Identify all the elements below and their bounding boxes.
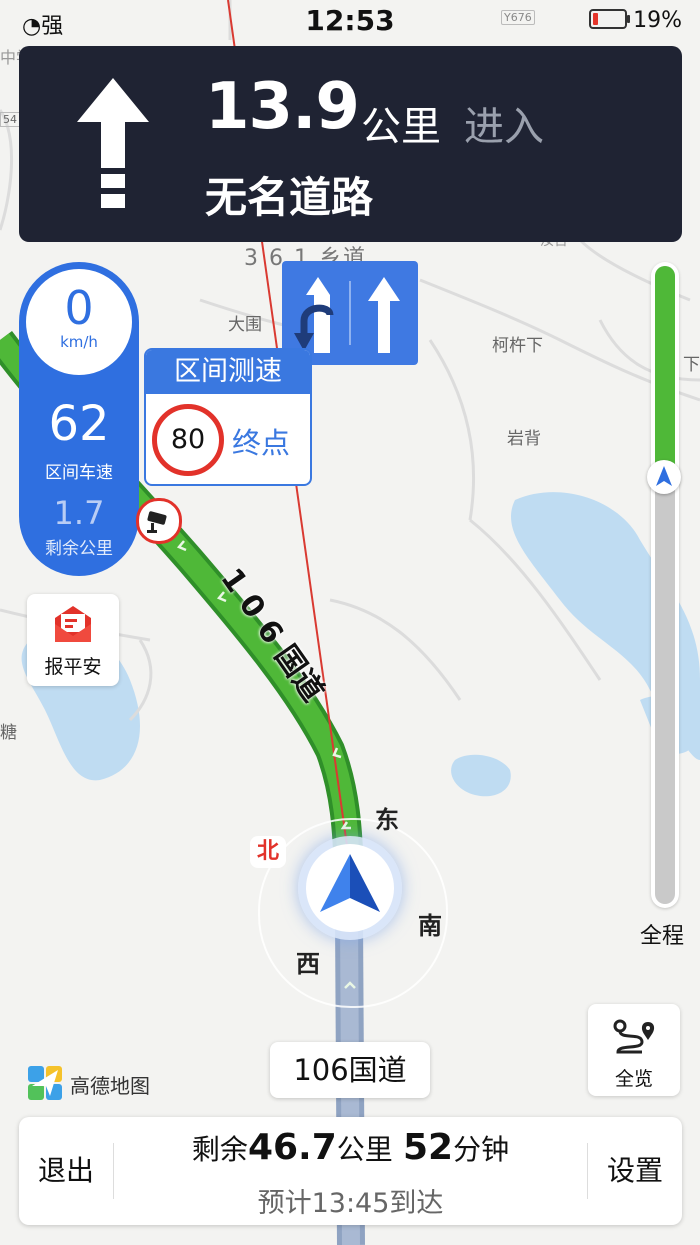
remaining-prefix: 剩余	[191, 1133, 248, 1166]
route-progress-track	[655, 266, 675, 904]
progress-position-icon	[647, 460, 681, 494]
compass-east: 东	[375, 806, 399, 834]
current-road-label: 106国道	[270, 1042, 430, 1098]
app-logo: 高德地图	[28, 1066, 150, 1104]
compass-north: 北	[250, 836, 286, 868]
remaining-distance-unit: 公里	[336, 1133, 393, 1166]
remaining-time: 52	[402, 1127, 454, 1168]
speed-zone-card: 区间测速 80 终点	[144, 348, 312, 486]
amap-logo-icon	[28, 1066, 62, 1100]
current-speed-dial: 0 km/h	[26, 269, 132, 375]
arrival-estimate: 预计13:45到达	[257, 1188, 444, 1219]
speed-panel[interactable]: 0 km/h 62 区间车速 1.7 剩余公里	[19, 262, 139, 576]
compass-west: 西	[296, 950, 320, 978]
report-safe-label: 报平安	[44, 656, 102, 678]
speed-zone-title: 区间测速	[146, 350, 310, 394]
map-place-label: 下	[683, 355, 700, 375]
speed-zone-end-label: 终点	[232, 426, 291, 460]
zone-remaining-distance: 1.7	[53, 494, 105, 532]
straight-lane-icon	[368, 277, 400, 353]
current-speed: 0	[64, 281, 94, 335]
straight-arrow-icon	[77, 78, 149, 208]
battery-percent: 19%	[633, 8, 682, 33]
current-location-icon	[298, 836, 402, 940]
camera-glyph	[147, 511, 167, 533]
trip-remaining: 剩余46.7公里 52分钟	[113, 1127, 588, 1168]
next-turn-distance: 13.9	[205, 70, 360, 144]
route-progress-bar	[647, 262, 681, 908]
next-turn-action: 进入	[464, 104, 544, 150]
exit-button[interactable]: 退出	[19, 1117, 113, 1225]
next-road-name: 无名道路	[205, 173, 374, 222]
navigation-banner[interactable]: 13.9 公里 进入 无名道路	[19, 46, 682, 242]
map-place-label: 大围	[228, 315, 262, 335]
settings-button[interactable]: 设置	[588, 1117, 682, 1225]
status-bar: ◔强 12:53 19%	[0, 0, 700, 46]
map-place-label: 糖	[0, 723, 17, 743]
remaining-time-unit: 分钟	[453, 1133, 510, 1166]
average-speed-label: 区间车速	[45, 463, 113, 483]
battery-icon	[589, 9, 631, 29]
route-progress-label: 全程	[640, 924, 685, 949]
route-progress-remaining	[655, 266, 675, 477]
speed-unit: km/h	[60, 333, 98, 351]
envelope-icon	[55, 606, 91, 642]
map-place-label: 柯杵下	[492, 336, 543, 356]
bottom-trip-bar: 退出 剩余46.7公里 52分钟 预计13:45到达 设置	[19, 1117, 682, 1225]
route-overview-label: 全览	[614, 1068, 653, 1090]
speed-limit-sign: 80	[152, 404, 224, 476]
battery-level-fill	[593, 13, 599, 25]
map-place-label: 岩背	[507, 429, 541, 449]
report-safe-button[interactable]: 报平安	[27, 594, 119, 686]
speed-camera-icon	[136, 498, 182, 544]
compass-south: 南	[418, 912, 442, 940]
route-overview-icon	[613, 1019, 655, 1054]
remaining-distance: 46.7	[247, 1127, 337, 1168]
lane-divider	[349, 281, 351, 345]
logo-text: 高德地图	[70, 1074, 150, 1098]
battery-status: 19%	[589, 8, 682, 33]
average-speed: 62	[48, 396, 110, 452]
u-turn-lane-icon	[294, 277, 334, 353]
route-overview-button[interactable]: 全览	[588, 1004, 680, 1096]
zone-remaining-label: 剩余公里	[45, 539, 113, 559]
map-road-code-label: 54	[0, 112, 20, 127]
next-turn-distance-unit: 公里	[361, 104, 441, 150]
